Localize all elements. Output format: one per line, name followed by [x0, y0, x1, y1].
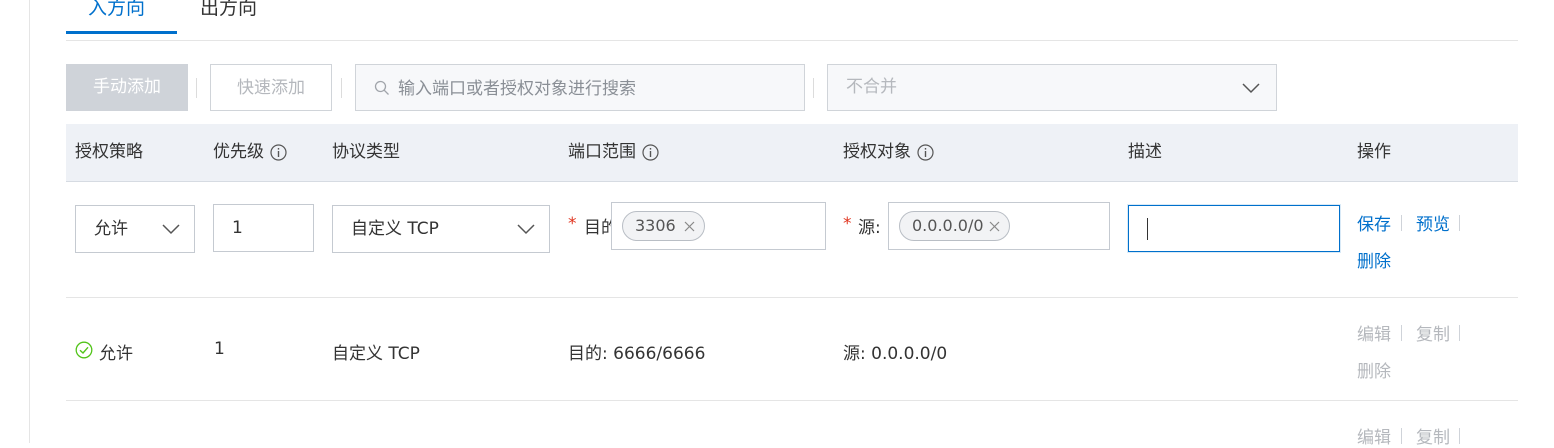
action-separator [1459, 215, 1460, 231]
action-separator [1401, 428, 1402, 444]
toolbar-separator [813, 78, 814, 98]
action-separator [1459, 428, 1460, 444]
edit-link[interactable]: 编辑 [1357, 320, 1391, 345]
header-port-range-label: 端口范围 [568, 142, 636, 162]
chevron-down-icon [162, 224, 180, 235]
table-header: 授权策略 优先级 协议类型 端口范围 授权对象 描述 操作 [66, 124, 1518, 182]
left-divider [29, 0, 30, 443]
port-tag: 3306 [622, 211, 705, 241]
info-icon[interactable] [270, 143, 287, 161]
policy-select[interactable]: 允许 [75, 205, 195, 253]
manual-add-button[interactable]: 手动添加 [66, 64, 188, 111]
description-input[interactable] [1128, 205, 1340, 252]
search-input[interactable] [396, 65, 800, 112]
action-separator [1401, 215, 1402, 231]
header-actions: 操作 [1357, 142, 1391, 162]
info-icon[interactable] [917, 143, 934, 161]
action-separator [1459, 325, 1460, 341]
edit-link[interactable]: 编辑 [1357, 423, 1391, 448]
close-icon[interactable] [989, 221, 1000, 232]
save-link[interactable]: 保存 [1357, 210, 1391, 235]
delete-link[interactable]: 删除 [1357, 247, 1391, 272]
port-tag-value: 3306 [635, 216, 676, 235]
chevron-down-icon [517, 224, 535, 235]
header-protocol: 协议类型 [332, 142, 400, 162]
action-separator [1401, 325, 1402, 341]
source-label: 源: [858, 218, 881, 238]
check-circle-icon [75, 341, 93, 359]
row-auth-object: 源: 0.0.0.0/0 [843, 344, 948, 364]
info-icon[interactable] [642, 143, 659, 161]
direction-tabs: 入方向 出方向 [66, 0, 1518, 41]
row-divider [66, 400, 1518, 401]
copy-link[interactable]: 复制 [1416, 320, 1450, 345]
header-priority: 优先级 [213, 124, 287, 181]
text-caret [1147, 218, 1148, 240]
tab-outbound[interactable]: 出方向 [200, 0, 257, 32]
row-protocol: 自定义 TCP [332, 344, 420, 364]
required-marker: * [843, 214, 852, 234]
row-divider [66, 297, 1518, 298]
row-priority: 1 [214, 339, 225, 359]
delete-link[interactable]: 删除 [1357, 357, 1391, 382]
toolbar-separator [341, 78, 342, 98]
chevron-down-icon [1242, 83, 1260, 94]
header-description: 描述 [1128, 142, 1162, 162]
header-auth-object: 授权对象 [843, 124, 934, 181]
copy-link[interactable]: 复制 [1416, 423, 1450, 448]
close-icon[interactable] [684, 221, 695, 232]
tab-inbound-label: 入方向 [88, 0, 146, 19]
source-tag-input[interactable]: 0.0.0.0/0 [888, 202, 1110, 250]
search-icon [374, 80, 389, 95]
tab-inbound[interactable]: 入方向 [66, 0, 177, 34]
policy-select-value: 允许 [94, 219, 128, 239]
protocol-select-value: 自定义 TCP [351, 219, 439, 239]
quick-add-button[interactable]: 快速添加 [210, 64, 332, 111]
merge-select[interactable]: 不合并 [827, 64, 1277, 111]
protocol-select[interactable]: 自定义 TCP [332, 205, 550, 253]
priority-input[interactable]: 1 [213, 204, 314, 252]
source-tag: 0.0.0.0/0 [899, 211, 1010, 241]
port-tag-input[interactable]: 3306 [611, 202, 826, 250]
active-tab-underline [66, 31, 177, 34]
row-port-range: 目的: 6666/6666 [568, 344, 706, 364]
header-port-range: 端口范围 [568, 124, 659, 181]
preview-link[interactable]: 预览 [1416, 210, 1450, 235]
header-auth-object-label: 授权对象 [843, 142, 911, 162]
required-marker: * [568, 214, 577, 234]
source-tag-value: 0.0.0.0/0 [912, 216, 984, 235]
row-policy: 允许 [99, 344, 133, 364]
toolbar-separator [196, 78, 197, 98]
search-box[interactable] [355, 64, 805, 112]
header-priority-label: 优先级 [213, 142, 264, 162]
merge-select-value: 不合并 [846, 77, 897, 97]
priority-input-value: 1 [232, 218, 243, 238]
header-policy: 授权策略 [75, 142, 143, 162]
tab-outbound-label: 出方向 [200, 0, 258, 19]
